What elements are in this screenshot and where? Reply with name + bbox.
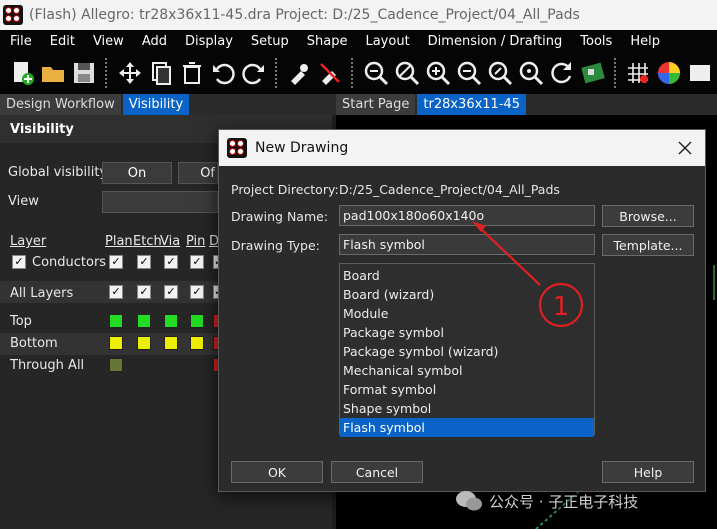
watermark-text: 公众号 · 子正电子科技 [489,492,639,511]
annotation-arrow-line [479,227,541,286]
wechat-icon [456,491,482,511]
annotation-overlay: 1 [472,221,584,328]
watermark: 公众号 · 子正电子科技 [455,488,638,514]
annotation-number: 1 [553,292,570,322]
